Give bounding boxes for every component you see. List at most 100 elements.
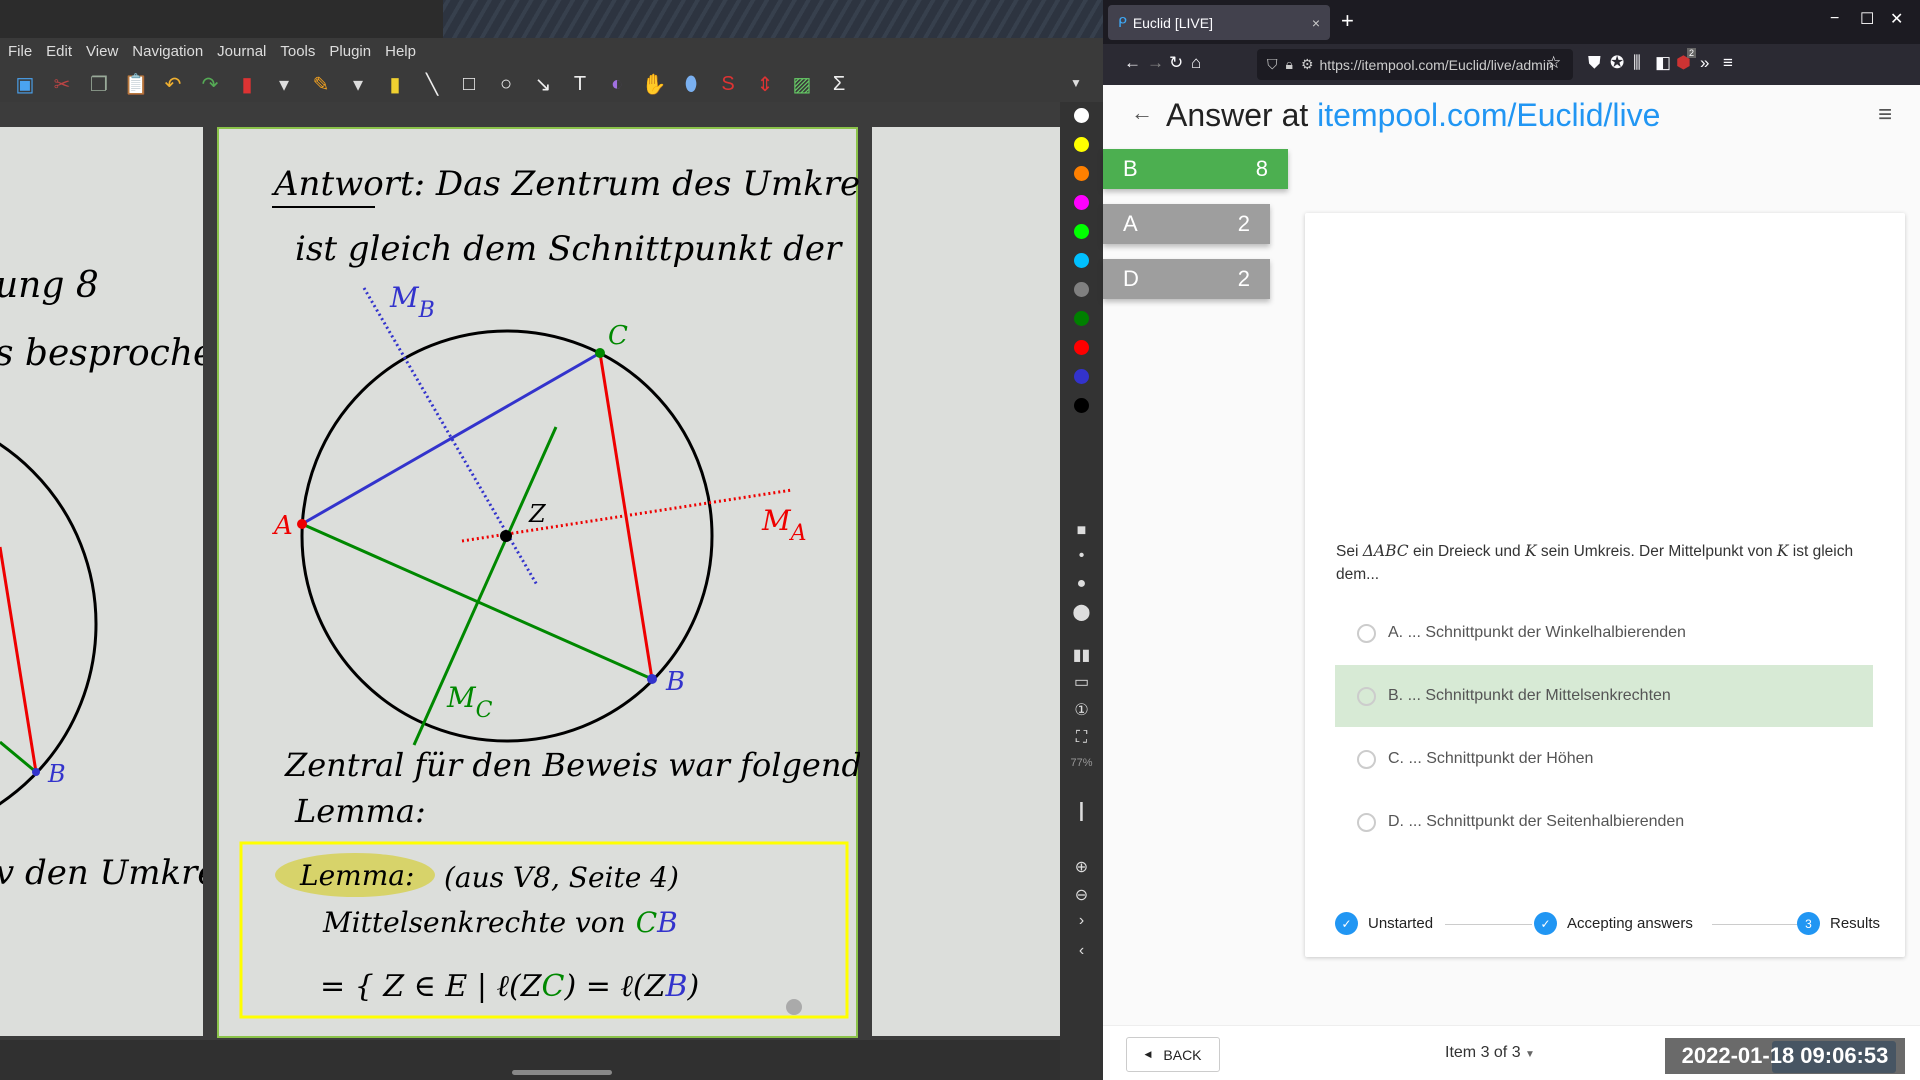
medium-size-icon[interactable]: ● <box>1060 575 1103 593</box>
dropdown-icon[interactable]: ▾ <box>343 69 373 99</box>
step-connector <box>1445 924 1532 925</box>
home-icon[interactable]: ⌂ <box>1191 53 1201 73</box>
line-icon[interactable]: ╲ <box>417 69 447 99</box>
forward-icon[interactable]: → <box>1147 53 1164 73</box>
maximize-button[interactable]: ☐ <box>1860 9 1874 29</box>
select-region-icon[interactable]: ⬮ <box>676 69 706 99</box>
color-swatch[interactable] <box>1074 282 1089 297</box>
toolbar-overflow-icon[interactable]: ▼ <box>1070 76 1082 90</box>
status-bar <box>0 1040 1060 1080</box>
highlighter-icon[interactable]: ▮ <box>380 69 410 99</box>
thick-size-icon[interactable]: ⬤ <box>1060 602 1103 622</box>
url-text[interactable]: https://itempool.com/Euclid/live/admin <box>1320 57 1554 73</box>
new-tab-button[interactable]: + <box>1341 8 1354 34</box>
reload-icon[interactable]: ↻ <box>1169 53 1183 73</box>
zoom-out-icon[interactable]: ⊖ <box>1060 885 1103 905</box>
menu-plugin[interactable]: Plugin <box>329 43 371 60</box>
dual-page-icon[interactable]: ▮▮ <box>1060 645 1103 665</box>
timestamp-overlay: 2022-01-18 09:06:53 <box>1665 1038 1905 1074</box>
select-object-icon[interactable]: S <box>713 69 743 99</box>
extensions-icon[interactable]: ✪ <box>1610 53 1624 73</box>
menu-navigation[interactable]: Navigation <box>132 43 203 60</box>
color-swatch[interactable] <box>1074 195 1089 210</box>
hand-icon[interactable]: ✋ <box>639 69 669 99</box>
menu-file[interactable]: File <box>8 43 32 60</box>
dropdown-icon[interactable]: ▾ <box>269 69 299 99</box>
save-icon[interactable]: ▣ <box>10 69 40 99</box>
color-swatch[interactable] <box>1074 398 1089 413</box>
option-c[interactable]: C. ... Schnittpunkt der Höhen <box>1335 728 1873 790</box>
option-b-correct[interactable]: B. ... Schnittpunkt der Mittelsenkrechte… <box>1335 665 1873 727</box>
app-menu-icon[interactable]: ≡ <box>1723 53 1733 73</box>
next-page-icon[interactable]: › <box>1060 912 1103 930</box>
previous-page-icon[interactable]: ‹ <box>1060 942 1103 960</box>
pen-icon[interactable]: ✎ <box>306 69 336 99</box>
check-icon: ✓ <box>1534 912 1557 935</box>
url-bar[interactable]: ⛉ 🔒︎ ⚙ https://itempool.com/Euclid/live/… <box>1257 49 1573 80</box>
copy-icon[interactable]: ❐ <box>84 69 114 99</box>
back-button[interactable]: ◀ BACK <box>1126 1037 1220 1072</box>
shield-icon[interactable]: ⛉ <box>1267 56 1278 73</box>
radio-icon[interactable] <box>1357 623 1376 643</box>
presentation-icon[interactable]: ▭ <box>1060 672 1103 692</box>
overflow-icon[interactable]: » <box>1700 53 1709 73</box>
radio-icon[interactable] <box>1357 812 1376 832</box>
bookmark-star-icon[interactable]: ☆ <box>1546 53 1561 73</box>
color-swatch[interactable] <box>1074 166 1089 181</box>
menu-view[interactable]: View <box>86 43 118 60</box>
pen-size-square-icon[interactable]: ■ <box>1060 522 1103 540</box>
radio-icon[interactable] <box>1357 686 1376 706</box>
close-window-button[interactable]: ✕ <box>1890 9 1903 29</box>
text-icon[interactable]: T <box>565 69 595 99</box>
menu-edit[interactable]: Edit <box>46 43 72 60</box>
rectangle-icon[interactable]: □ <box>454 69 484 99</box>
tab-euclid-live[interactable]: ᑭ Euclid [LIVE] × <box>1108 5 1330 40</box>
arrow-icon[interactable]: ↘ <box>528 69 558 99</box>
step-results: 3 Results <box>1797 912 1880 935</box>
previous-page: B ung 8 s besprochen: v den Umkreis? <box>0 127 203 1036</box>
close-tab-icon[interactable]: × <box>1312 15 1320 31</box>
color-swatch[interactable] <box>1074 137 1089 152</box>
redo-icon[interactable]: ↷ <box>195 69 225 99</box>
color-swatch[interactable] <box>1074 253 1089 268</box>
color-swatch[interactable] <box>1074 311 1089 326</box>
menu-journal[interactable]: Journal <box>217 43 266 60</box>
color-swatch[interactable] <box>1074 369 1089 384</box>
lock-icon[interactable]: 🔒︎ <box>1286 56 1293 73</box>
item-selector[interactable]: Item 3 of 3 ▼ <box>1445 1044 1535 1062</box>
color-swatch[interactable] <box>1074 224 1089 239</box>
pocket-icon[interactable]: ⛊ <box>1588 53 1601 73</box>
paste-icon[interactable]: 📋 <box>121 69 151 99</box>
thin-size-icon[interactable]: • <box>1060 547 1103 565</box>
menu-help[interactable]: Help <box>385 43 416 60</box>
menu-tools[interactable]: Tools <box>280 43 315 60</box>
shape-recognizer-icon[interactable]: ◐ <box>602 69 632 99</box>
eraser-icon[interactable]: ▮ <box>232 69 262 99</box>
radio-icon[interactable] <box>1357 749 1376 769</box>
option-d[interactable]: D. ... Schnittpunkt der Seitenhalbierend… <box>1335 791 1873 853</box>
undo-icon[interactable]: ↶ <box>158 69 188 99</box>
ellipse-icon[interactable]: ○ <box>491 69 521 99</box>
hamburger-menu-icon[interactable]: ≡ <box>1878 101 1892 129</box>
itempool-favicon-icon: ᑭ <box>1118 14 1127 30</box>
color-swatch[interactable] <box>1074 340 1089 355</box>
cut-icon[interactable]: ✂ <box>47 69 77 99</box>
tex-icon[interactable]: Σ <box>824 69 854 99</box>
page-number-icon[interactable]: ① <box>1060 700 1103 720</box>
bar-count: 2 <box>1237 211 1250 236</box>
back-arrow-icon[interactable]: ← <box>1131 100 1153 126</box>
sidebar-icon[interactable]: ◧ <box>1655 53 1671 73</box>
vertical-space-icon[interactable]: ⇕ <box>750 69 780 99</box>
permissions-icon[interactable]: ⚙ <box>1301 56 1314 73</box>
fullscreen-icon[interactable]: ⛶ <box>1060 729 1103 747</box>
zoom-slider[interactable]: ┃ <box>1060 802 1103 822</box>
horizontal-scrollbar[interactable] <box>512 1070 612 1075</box>
live-link[interactable]: itempool.com/Euclid/live <box>1317 97 1660 133</box>
color-swatch[interactable] <box>1074 108 1089 123</box>
image-icon[interactable]: ▨ <box>787 69 817 99</box>
library-icon[interactable]: ⫼ <box>1633 53 1641 73</box>
minimize-button[interactable]: − <box>1830 10 1839 28</box>
back-icon[interactable]: ← <box>1124 53 1141 73</box>
option-a[interactable]: A. ... Schnittpunkt der Winkelhalbierend… <box>1335 602 1873 664</box>
zoom-in-icon[interactable]: ⊕ <box>1060 857 1103 877</box>
